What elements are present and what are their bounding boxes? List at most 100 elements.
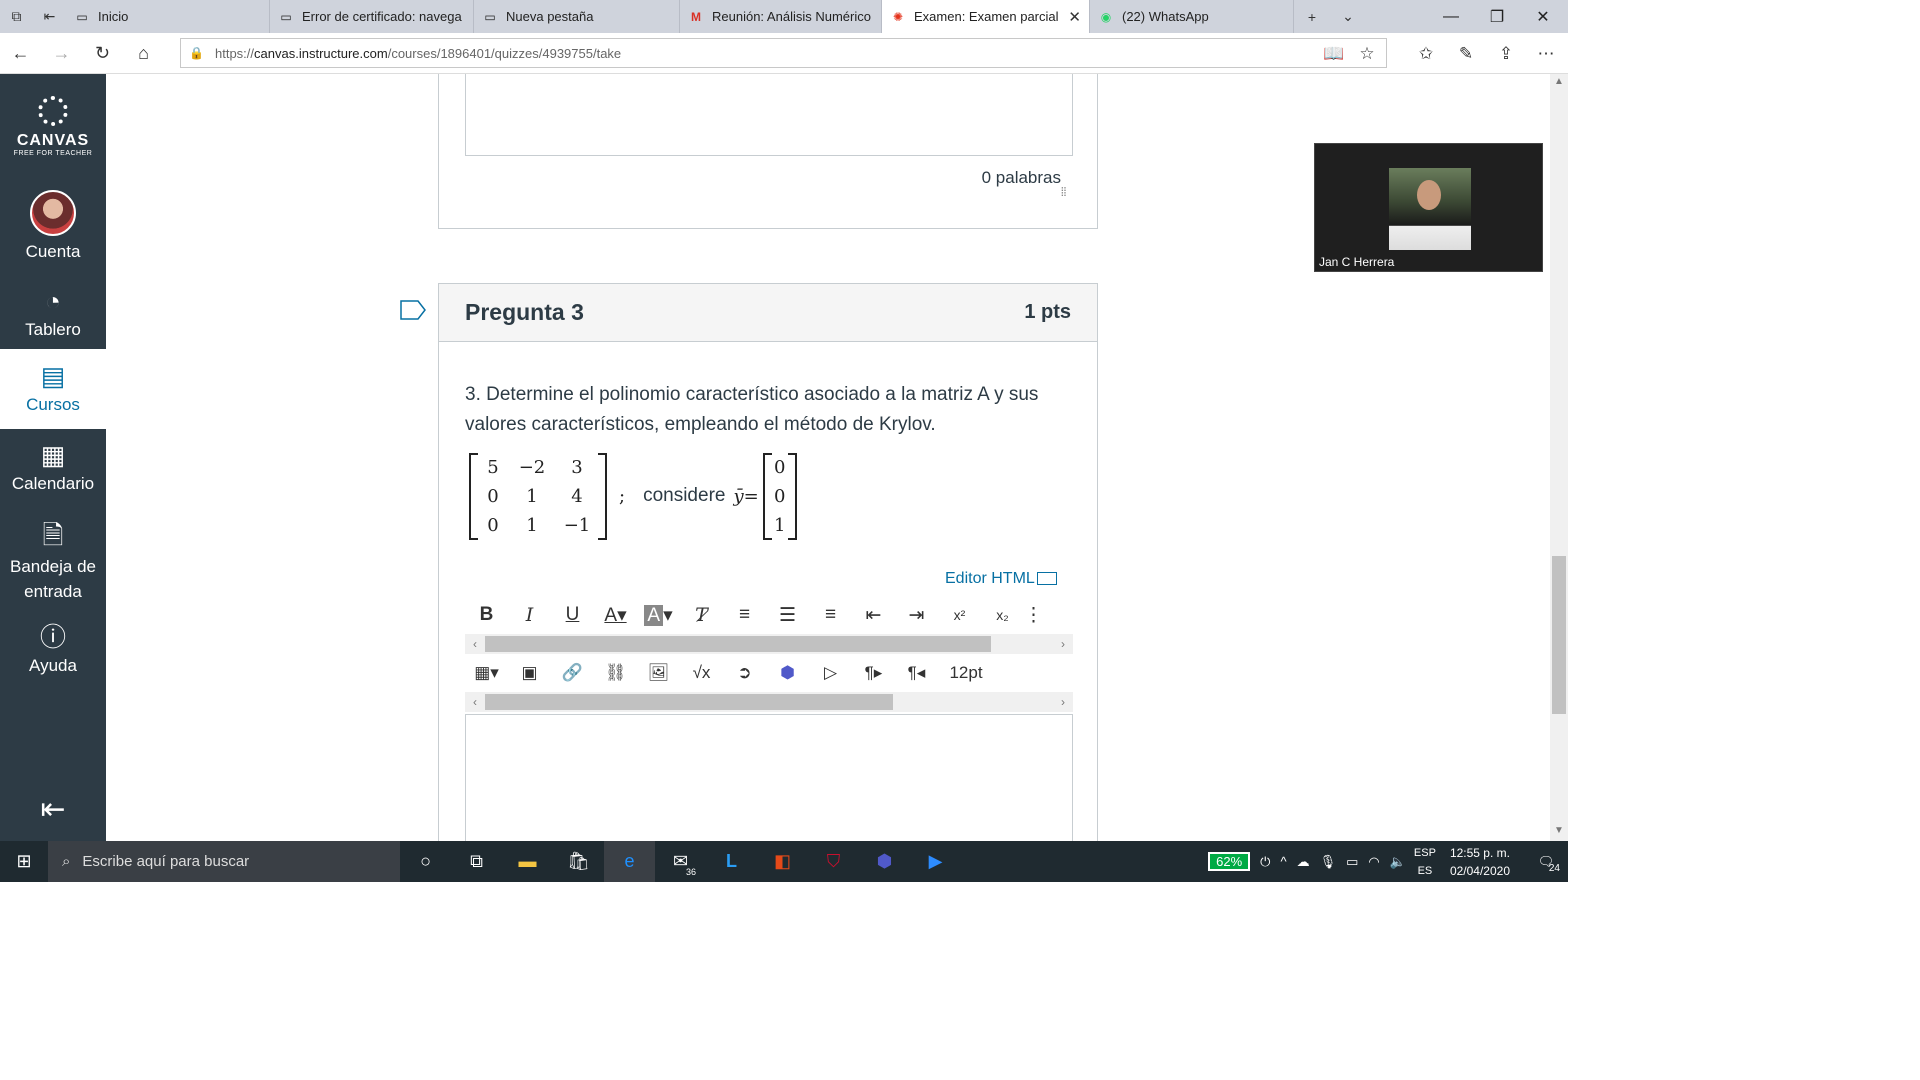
teams-icon[interactable]: ⬢ bbox=[766, 663, 809, 683]
notifications-icon[interactable]: 🗨 24 bbox=[1524, 854, 1568, 874]
edge-icon[interactable]: e bbox=[604, 841, 655, 882]
more-options-icon[interactable]: ⋮ bbox=[1024, 604, 1043, 627]
taskbar-search[interactable]: ⌕ Escribe aquí para buscar bbox=[48, 841, 400, 882]
video-call-overlay[interactable]: Jan C Herrera bbox=[1314, 143, 1543, 272]
media-icon[interactable]: ▣ bbox=[508, 663, 551, 683]
battery-indicator[interactable]: 62% bbox=[1208, 852, 1251, 871]
align-right-icon[interactable]: ≡ bbox=[809, 604, 852, 626]
windows-start-icon[interactable]: ⊞ bbox=[0, 841, 48, 882]
toolbar-scrollbar-2[interactable]: ‹ › bbox=[465, 692, 1073, 712]
refresh-icon[interactable]: ↻ bbox=[82, 33, 123, 74]
back-icon[interactable]: ← bbox=[0, 33, 41, 74]
sidebar-item-cursos[interactable]: ▤ Cursos bbox=[0, 349, 106, 429]
previous-answer-editor[interactable] bbox=[465, 74, 1073, 156]
tab-list-chevron-icon[interactable]: ⌄ bbox=[1330, 0, 1366, 33]
page-scrollbar[interactable]: ▲ ▼ bbox=[1550, 74, 1568, 841]
volume-icon[interactable]: 🔈 bbox=[1390, 854, 1406, 870]
scroll-right-icon[interactable]: › bbox=[1053, 634, 1073, 654]
link-icon[interactable]: 🔗 bbox=[551, 663, 594, 683]
font-size-select[interactable]: 12pt bbox=[938, 663, 994, 683]
tab-inicio[interactable]: ▭ Inicio bbox=[66, 0, 270, 33]
pen-icon[interactable]: ✎ bbox=[1448, 33, 1484, 74]
html-editor-toggle[interactable]: Editor HTML bbox=[945, 570, 1057, 588]
microphone-icon[interactable]: 🎙 bbox=[1320, 854, 1337, 870]
canvas-logo[interactable]: CANVAS FREE FOR TEACHER bbox=[0, 96, 106, 157]
forward-icon[interactable]: → bbox=[41, 33, 82, 74]
favorites-list-icon[interactable]: ✩ bbox=[1408, 33, 1444, 74]
close-tab-icon[interactable]: ✕ bbox=[1068, 8, 1081, 26]
reading-view-icon[interactable]: 📖 bbox=[1316, 33, 1352, 74]
outdent-icon[interactable]: ⇤ bbox=[852, 604, 895, 627]
battery-icon[interactable]: ▭ bbox=[1346, 854, 1358, 870]
app-l-icon[interactable]: L bbox=[706, 841, 757, 882]
scroll-down-icon[interactable]: ▼ bbox=[1550, 825, 1568, 841]
set-aside-tabs-icon[interactable]: ⇤ bbox=[33, 0, 66, 33]
rtl-icon[interactable]: ¶◂ bbox=[895, 663, 938, 683]
sidebar-item-bandeja[interactable]: 🗎 Bandeja de entrada bbox=[0, 520, 106, 606]
scroll-thumb[interactable] bbox=[485, 636, 991, 652]
teams-taskbar-icon[interactable]: ⬢ bbox=[859, 841, 910, 882]
share-icon[interactable]: ⇪ bbox=[1488, 33, 1524, 74]
subscript-icon[interactable]: x₂ bbox=[981, 607, 1024, 623]
tab-whatsapp[interactable]: ◉ (22) WhatsApp bbox=[1090, 0, 1294, 33]
answer-editor[interactable] bbox=[465, 714, 1073, 841]
scroll-left-icon[interactable]: ‹ bbox=[465, 692, 485, 712]
flag-question-icon[interactable] bbox=[400, 300, 426, 320]
taskbar-clock[interactable]: 12:55 p. m. 02/04/2020 bbox=[1450, 844, 1510, 880]
equation-icon[interactable]: √x bbox=[680, 663, 723, 683]
scroll-right-icon[interactable]: › bbox=[1053, 692, 1073, 712]
tray-chevron-icon[interactable]: ^ bbox=[1280, 854, 1286, 869]
ltr-icon[interactable]: ¶▸ bbox=[852, 663, 895, 683]
mcafee-icon[interactable]: ⛉ bbox=[808, 841, 859, 882]
resize-grip-icon[interactable]: ⣿ bbox=[1060, 186, 1067, 197]
toolbar-scrollbar-1[interactable]: ‹ › bbox=[465, 634, 1073, 654]
power-icon[interactable]: ⏻ bbox=[1260, 854, 1270, 870]
superscript-icon[interactable]: x² bbox=[938, 607, 981, 623]
sidebar-item-calendario[interactable]: ▦ Calendario bbox=[0, 440, 106, 502]
mail-icon[interactable]: ✉ 36 bbox=[655, 841, 706, 882]
table-icon[interactable]: ▦▾ bbox=[465, 663, 508, 683]
language-indicator[interactable]: ESP ES bbox=[1414, 844, 1436, 880]
align-center-icon[interactable]: ☰ bbox=[766, 604, 809, 627]
tab-error-certificado[interactable]: ▭ Error de certificado: navega bbox=[270, 0, 474, 33]
lti-tool-icon[interactable]: ➲ bbox=[723, 663, 766, 683]
record-media-icon[interactable]: ▷ bbox=[809, 663, 852, 683]
align-left-icon[interactable]: ≡ bbox=[723, 604, 766, 626]
underline-button[interactable]: U bbox=[551, 604, 594, 626]
sidebar-item-cuenta[interactable]: Cuenta bbox=[0, 190, 106, 270]
scroll-up-icon[interactable]: ▲ bbox=[1550, 76, 1568, 92]
more-icon[interactable]: ⋯ bbox=[1528, 33, 1564, 74]
restore-icon[interactable]: ❐ bbox=[1474, 0, 1520, 33]
unlink-icon[interactable]: ⛓ bbox=[594, 663, 637, 683]
zoom-icon[interactable]: ▶ bbox=[910, 841, 961, 882]
store-icon[interactable]: 🛍 bbox=[553, 841, 604, 882]
tab-examen[interactable]: ✺ Examen: Examen parcial ✕ bbox=[882, 0, 1090, 33]
scroll-thumb[interactable] bbox=[485, 694, 893, 710]
close-window-icon[interactable]: ✕ bbox=[1520, 0, 1566, 33]
tab-reunion[interactable]: M Reunión: Análisis Numérico bbox=[680, 0, 882, 33]
new-tab-icon[interactable]: + bbox=[1294, 0, 1330, 33]
minimize-icon[interactable]: — bbox=[1428, 0, 1474, 33]
indent-icon[interactable]: ⇥ bbox=[895, 604, 938, 627]
sidebar-item-ayuda[interactable]: ⓘ Ayuda bbox=[0, 622, 106, 684]
cortana-icon[interactable]: ○ bbox=[400, 841, 451, 882]
italic-button[interactable]: I bbox=[508, 604, 551, 626]
file-explorer-icon[interactable]: ▬ bbox=[502, 841, 553, 882]
url-field[interactable]: 🔒 https:// canvas.instructure.com /cours… bbox=[180, 38, 1387, 68]
image-icon[interactable]: 🖼 bbox=[637, 663, 680, 683]
wifi-icon[interactable]: ◠ bbox=[1368, 854, 1379, 870]
task-view-icon[interactable]: ⧉ bbox=[451, 841, 502, 882]
sidebar-item-tablero[interactable]: ◔ Tablero bbox=[0, 286, 106, 348]
text-color-button[interactable]: A▾ bbox=[594, 604, 637, 627]
scroll-left-icon[interactable]: ‹ bbox=[465, 634, 485, 654]
favorite-star-icon[interactable]: ☆ bbox=[1349, 33, 1385, 74]
page-scroll-thumb[interactable] bbox=[1552, 556, 1566, 714]
background-color-button[interactable]: A ▾ bbox=[637, 604, 680, 627]
tab-nueva-pestana[interactable]: ▭ Nueva pestaña bbox=[474, 0, 680, 33]
clear-formatting-icon[interactable]: T̷ bbox=[680, 604, 723, 626]
home-icon[interactable]: ⌂ bbox=[123, 33, 164, 74]
bold-button[interactable]: B bbox=[465, 604, 508, 626]
tab-actions-icon[interactable]: ⧉ bbox=[0, 0, 33, 33]
office-icon[interactable]: ◧ bbox=[757, 841, 808, 882]
onedrive-icon[interactable]: ☁ bbox=[1297, 854, 1310, 870]
